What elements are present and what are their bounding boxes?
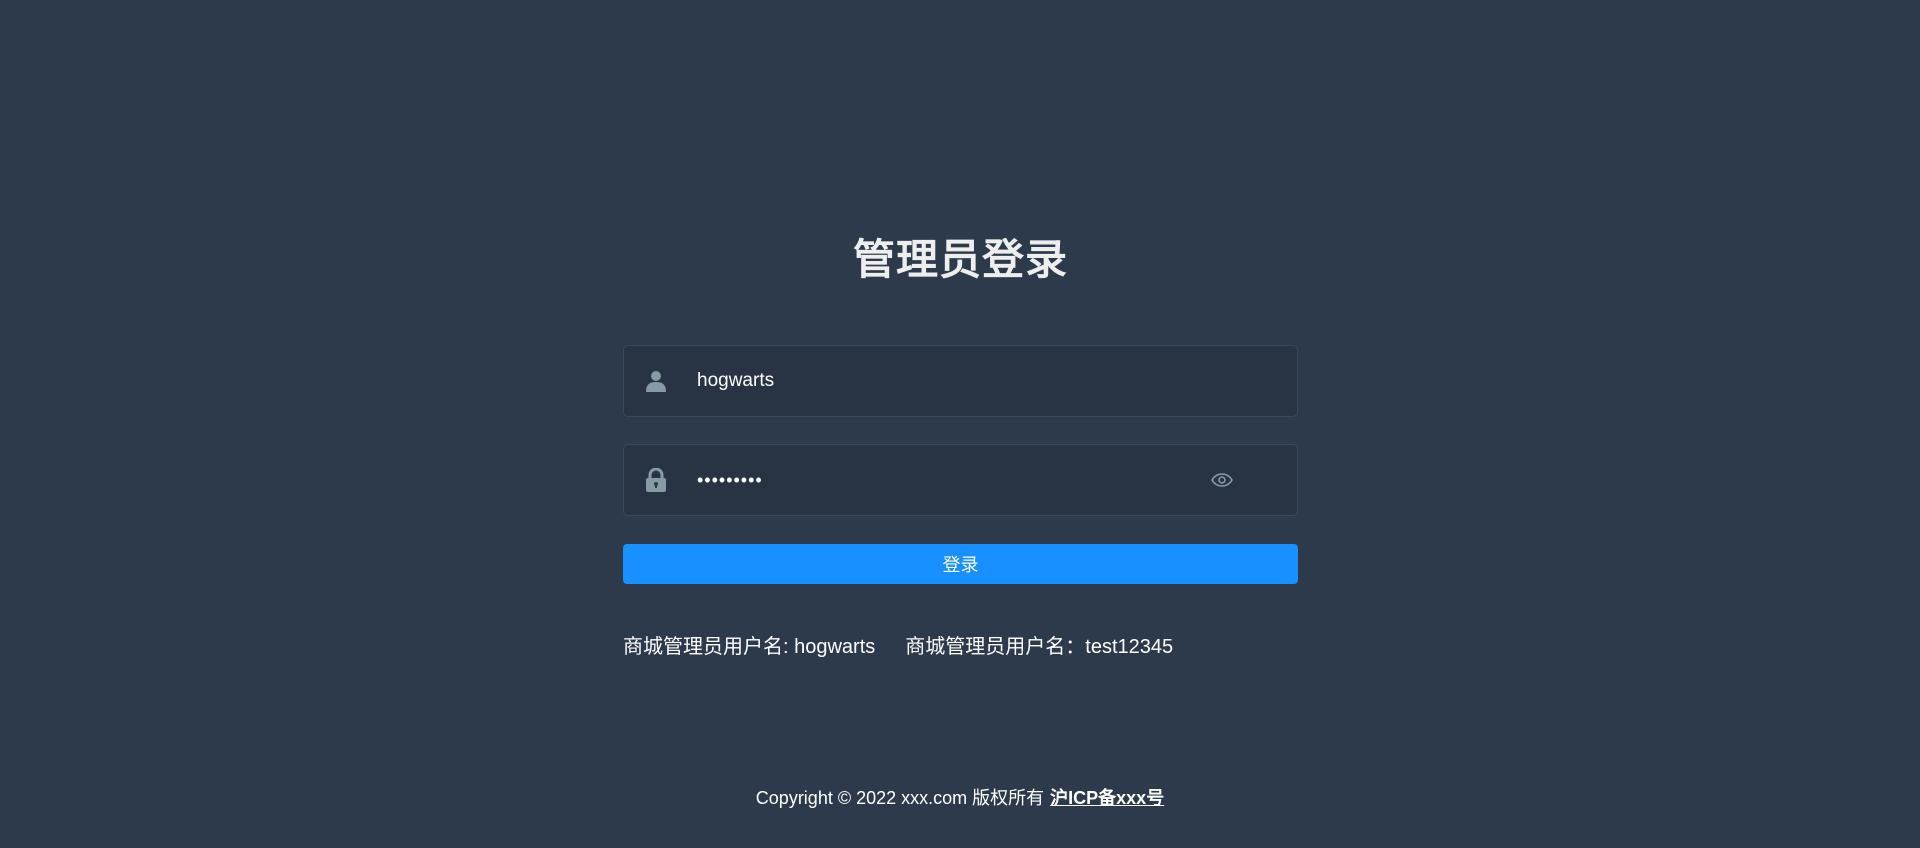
user-icon: [644, 346, 668, 416]
credential-tips: 商城管理员用户名: hogwarts 商城管理员用户名：test12345: [623, 630, 1173, 659]
username-field[interactable]: hogwarts: [623, 345, 1298, 417]
tip-admin-password: 商城管理员用户名：test12345: [905, 636, 1174, 658]
login-form: 管理员登录 hogwarts ••••••••• 登录 商城管理员用户名: ho…: [623, 230, 1298, 658]
username-input[interactable]: hogwarts: [697, 346, 774, 416]
password-field[interactable]: •••••••••: [623, 444, 1298, 516]
login-button[interactable]: 登录: [623, 544, 1298, 584]
copyright-text: Copyright © 2022 xxx.com 版权所有: [755, 788, 1045, 808]
footer: Copyright © 2022 xxx.com 版权所有 沪ICP备xxx号: [0, 784, 1920, 810]
password-input[interactable]: •••••••••: [697, 445, 763, 515]
icp-link[interactable]: 沪ICP备xxx号: [1050, 788, 1164, 808]
page-title: 管理员登录: [852, 236, 1068, 283]
tip-admin-username: 商城管理员用户名: hogwarts: [623, 636, 876, 658]
login-page: 管理员登录 hogwarts ••••••••• 登录 商城管理员用户名: ho…: [0, 0, 1920, 848]
lock-icon: [644, 445, 668, 515]
eye-icon[interactable]: [1209, 445, 1235, 515]
